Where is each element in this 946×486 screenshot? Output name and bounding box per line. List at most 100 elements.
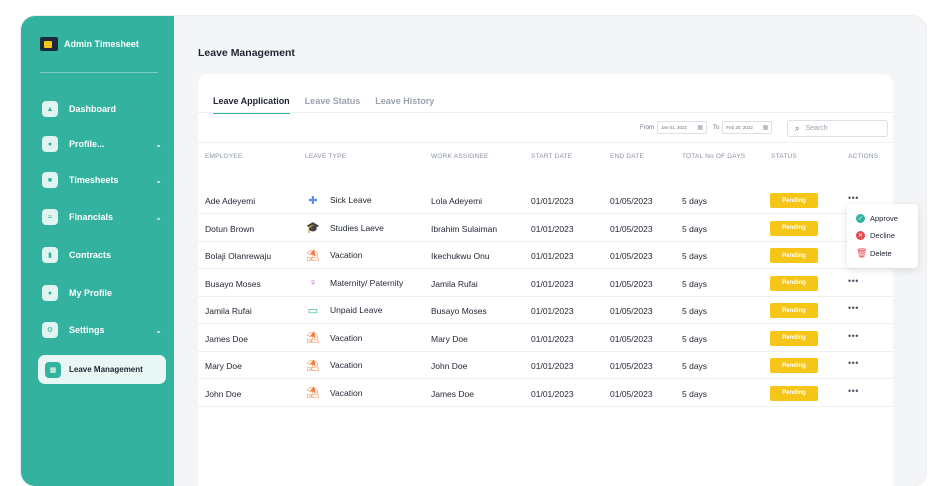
end-date-cell: 01/05/2023 xyxy=(610,388,653,399)
calendar-icon: ▦ xyxy=(762,125,769,131)
beach-umbrella-icon: ⛱ xyxy=(306,387,320,399)
leave-type-label: Sick Leave xyxy=(330,195,372,205)
employee-cell: Dotun Brown xyxy=(205,223,255,234)
more-actions-icon[interactable]: ••• xyxy=(848,331,859,341)
app-window: Admin Timesheet ▲ Dashboard ● Profile...… xyxy=(21,16,926,486)
status-badge: Pending xyxy=(770,248,818,263)
delete-menu-item[interactable]: 🗑 Delete xyxy=(856,248,892,259)
start-date-cell: 01/01/2023 xyxy=(531,333,574,344)
more-actions-icon[interactable]: ••• xyxy=(848,358,859,368)
employee-cell: Bolaji Olanrewaju xyxy=(205,251,272,261)
employee-cell: James Doe xyxy=(205,333,248,344)
sidebar-item-dashboard[interactable]: ▲ Dashboard xyxy=(40,98,162,120)
tabs-divider xyxy=(198,112,893,113)
table-row: Dotun Brown 🎓 Studies Laeve Ibrahim Sulaima… xyxy=(198,215,893,242)
leave-type-label: Vacation xyxy=(330,360,363,370)
money-icon: ▭ xyxy=(307,304,319,317)
sidebar-item-leave-management[interactable]: ▦ Leave Management xyxy=(38,355,166,384)
total-days-cell: 5 days xyxy=(682,223,708,234)
assignee-cell: Ibrahim Sulaiman xyxy=(431,223,498,234)
status-badge: Pending xyxy=(770,303,818,318)
table-row: Mary Doe ⛱ Vacation John Doe 01/01/2023 01/05… xyxy=(198,352,893,379)
table-row: Busayo Moses ♀ Maternity/ Paternity Jamila … xyxy=(198,270,893,297)
calendar-icon: ▦ xyxy=(697,125,703,131)
status-badge: Pending xyxy=(770,220,818,236)
assignee-cell: John Doe xyxy=(431,361,468,371)
end-date-cell: 01/05/2023 xyxy=(610,306,653,316)
column-header: STATUS xyxy=(771,153,797,160)
assignee-cell: Busayo Moses xyxy=(431,306,487,316)
from-date-value: Jan 01, 2022 xyxy=(661,125,688,130)
sidebar-item-my-profile[interactable]: ● My Profile xyxy=(40,282,162,304)
leave-type-label: Studies Laeve xyxy=(330,222,384,233)
start-date-cell: 01/01/2023 xyxy=(531,251,574,261)
total-days-cell: 5 days xyxy=(682,388,708,399)
total-days-cell: 5 days xyxy=(682,361,708,371)
more-actions-icon[interactable]: ••• xyxy=(848,193,859,203)
leave-type-label: Maternity/ Paternity xyxy=(330,277,404,288)
to-date-field[interactable]: Feb 20, 2022 ▦ xyxy=(722,121,773,134)
from-date-field[interactable]: Jan 01, 2022 ▦ xyxy=(657,121,707,134)
total-days-cell: 5 days xyxy=(682,306,708,316)
search-input[interactable]: ⌕ Search xyxy=(787,120,888,137)
employee-cell: Busayo Moses xyxy=(205,278,261,289)
user-icon: ● xyxy=(42,285,58,301)
leave-type-cell: ⛱ Vacation xyxy=(305,247,362,263)
sidebar-item-timesheets[interactable]: ■ Timesheets ⌄ xyxy=(40,169,162,191)
date-filter: From Jan 01, 2022 ▦ To Feb 20, 2022 ▦ xyxy=(640,121,773,134)
column-header: ACTIONS xyxy=(848,153,879,160)
column-header: END DATE xyxy=(610,153,644,160)
sidebar-item-label: Leave Management xyxy=(69,365,143,374)
leave-card: Leave Application Leave Status Leave His… xyxy=(198,74,918,486)
total-days-cell: 5 days xyxy=(682,333,708,344)
sidebar-item-contracts[interactable]: ▮ Contracts xyxy=(40,244,162,266)
menu-item-label: Decline xyxy=(870,231,896,240)
from-label: From xyxy=(640,124,654,131)
leave-type-cell: ♀ Maternity/ Paternity xyxy=(305,275,403,291)
end-date-cell: 01/05/2023 xyxy=(610,223,653,234)
status-badge: Pending xyxy=(770,330,818,346)
assignee-cell: Jamila Rufai xyxy=(431,278,478,289)
column-header: LEAVE TYPE xyxy=(305,153,347,160)
search-icon: ⌕ xyxy=(795,123,800,133)
sidebar-item-financials[interactable]: ≈ Financials ⌄ xyxy=(40,206,162,228)
mother-icon: ♀ xyxy=(308,276,318,289)
start-date-cell: 01/01/2023 xyxy=(531,278,574,289)
column-header: WORK ASSIGNEE xyxy=(431,153,489,160)
sidebar-item-label: Dashboard xyxy=(69,104,117,114)
more-actions-icon[interactable]: ••• xyxy=(848,276,859,286)
search-placeholder: Search xyxy=(805,125,828,132)
end-date-cell: 01/05/2023 xyxy=(610,278,653,289)
chevron-down-icon: ⌄ xyxy=(155,212,162,222)
more-actions-icon[interactable]: ••• xyxy=(848,303,859,313)
decline-menu-item[interactable]: ✕ Decline xyxy=(856,231,895,240)
sidebar-item-profile[interactable]: ● Profile... ⌄ xyxy=(40,133,162,155)
employee-cell: John Doe xyxy=(205,388,242,399)
contracts-icon: ▮ xyxy=(42,247,58,263)
table-row: Jamila Rufai ▭ Unpaid Leave Busayo Moses 01/… xyxy=(198,297,893,324)
trash-icon: 🗑 xyxy=(856,248,868,258)
end-date-cell: 01/05/2023 xyxy=(610,196,653,206)
table-divider xyxy=(198,142,893,143)
start-date-cell: 01/01/2023 xyxy=(531,196,574,206)
more-actions-icon[interactable]: ••• xyxy=(848,386,859,396)
sidebar-item-settings[interactable]: ⚙ Settings ⌄ xyxy=(40,319,162,341)
bandage-icon: ✚ xyxy=(308,194,318,207)
start-date-cell: 01/01/2023 xyxy=(531,361,574,371)
timesheet-icon: ■ xyxy=(42,172,58,188)
leave-type-cell: ✚ Sick Leave xyxy=(305,192,372,208)
status-badge: Pending xyxy=(770,275,818,291)
approve-menu-item[interactable]: ✓ Approve xyxy=(856,214,898,223)
row-action-menu: ✓ Approve ✕ Decline 🗑 Delete xyxy=(847,204,918,268)
app-name: Admin Timesheet xyxy=(64,39,139,49)
chevron-down-icon: ⌄ xyxy=(155,175,162,185)
leave-type-cell: ⛱ Vacation xyxy=(305,330,362,346)
graduation-cap-icon: 🎓 xyxy=(306,222,320,234)
chevron-down-icon: ⌄ xyxy=(155,325,162,335)
sidebar-divider xyxy=(40,72,158,73)
settings-icon: ⚙ xyxy=(42,322,58,338)
chevron-down-icon: ⌄ xyxy=(155,139,162,149)
menu-item-label: Delete xyxy=(870,249,892,258)
sidebar-item-label: Contracts xyxy=(69,250,112,260)
to-date-value: Feb 20, 2022 xyxy=(726,125,753,130)
